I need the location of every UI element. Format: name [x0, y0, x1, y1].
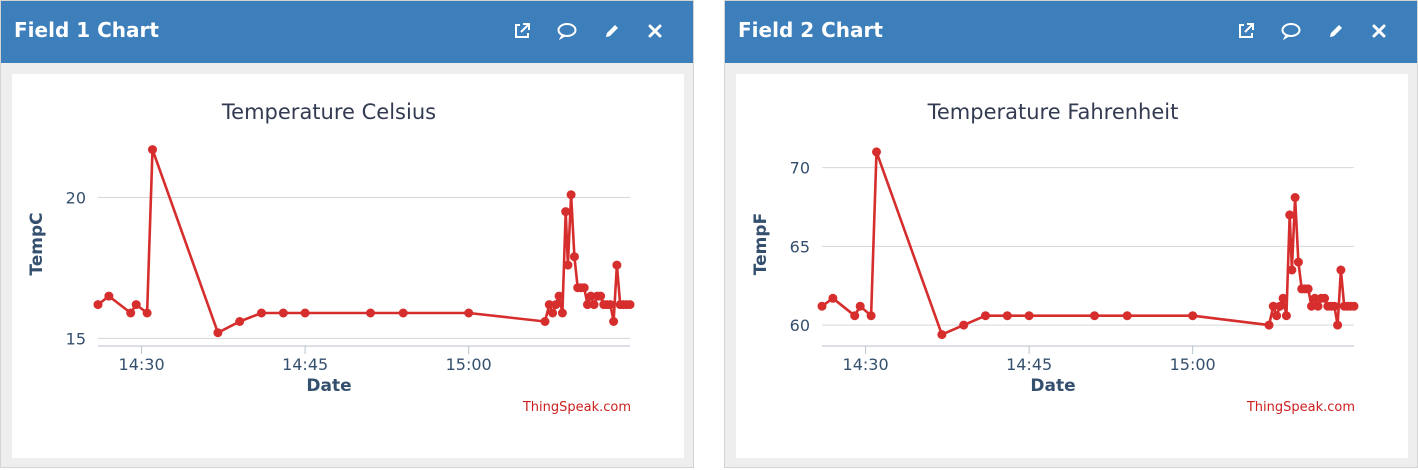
data-point[interactable] [828, 293, 838, 303]
close-icon[interactable] [1366, 18, 1392, 44]
external-link-icon[interactable] [509, 18, 535, 44]
data-point[interactable] [1002, 311, 1012, 321]
data-point[interactable] [561, 207, 571, 217]
data-point[interactable] [1349, 301, 1359, 311]
data-point[interactable] [131, 300, 141, 310]
data-point[interactable] [872, 147, 881, 157]
x-tick-label: 14:45 [282, 355, 328, 374]
data-point[interactable] [366, 308, 375, 318]
data-point[interactable] [1329, 301, 1339, 311]
data-point[interactable] [1122, 311, 1132, 321]
data-point[interactable] [569, 252, 579, 262]
chart-title: Temperature Celsius [221, 100, 436, 124]
data-point[interactable] [1090, 311, 1099, 321]
data-point[interactable] [1320, 293, 1330, 303]
data-point[interactable] [1336, 265, 1346, 275]
data-point[interactable] [551, 300, 561, 310]
y-tick-label: 60 [790, 316, 810, 335]
data-point[interactable] [93, 300, 103, 310]
x-tick-label: 14:30 [843, 355, 889, 374]
panel-title: Field 1 Chart [14, 18, 159, 42]
data-point[interactable] [1293, 257, 1303, 267]
data-point[interactable] [464, 308, 474, 318]
comment-icon[interactable] [1278, 18, 1304, 44]
data-point[interactable] [1188, 311, 1198, 321]
data-point[interactable] [937, 330, 947, 340]
field-2-chart-panel: Field 2 Chart Temperature Fahrenheit 60 65… [724, 0, 1418, 468]
y-tick-label: 15 [66, 329, 86, 348]
data-point[interactable] [278, 308, 288, 318]
data-point[interactable] [1303, 284, 1313, 294]
data-point[interactable] [566, 190, 576, 200]
data-point[interactable] [104, 291, 114, 301]
pencil-icon[interactable] [1323, 18, 1349, 44]
data-point[interactable] [1275, 301, 1285, 311]
data-point[interactable] [257, 308, 266, 318]
panel-header: Field 1 Chart [1, 1, 693, 63]
data-point[interactable] [398, 308, 408, 318]
data-point[interactable] [1285, 210, 1295, 220]
external-link-icon[interactable] [1233, 18, 1259, 44]
data-point[interactable] [596, 291, 606, 301]
temperature-fahrenheit-chart: Temperature Fahrenheit 60 65 70 14:30 14:45 15… [751, 100, 1359, 415]
x-tick-label: 14:30 [119, 355, 165, 374]
chart-area: Temperature Fahrenheit 60 65 70 14:30 14:45 15… [736, 74, 1408, 458]
data-point[interactable] [300, 308, 310, 318]
data-point[interactable] [557, 308, 567, 318]
data-point[interactable] [579, 283, 589, 293]
x-tick-label: 14:45 [1006, 355, 1052, 374]
data-point[interactable] [625, 300, 635, 310]
data-point[interactable] [548, 308, 558, 318]
data-point[interactable] [1264, 320, 1274, 330]
y-tick-label: 65 [790, 237, 810, 256]
data-point[interactable] [148, 145, 157, 155]
chart-title: Temperature Fahrenheit [927, 100, 1179, 124]
pencil-icon[interactable] [599, 18, 625, 44]
y-tick-label: 70 [790, 159, 810, 178]
data-point[interactable] [554, 291, 564, 301]
y-axis-label: TempC [27, 212, 47, 275]
data-point[interactable] [1272, 311, 1282, 321]
thingspeak-credit-link[interactable]: ThingSpeak.com [1246, 400, 1355, 415]
data-point[interactable] [540, 317, 550, 326]
comment-icon[interactable] [554, 18, 580, 44]
data-point[interactable] [235, 317, 245, 326]
x-axis-label: Date [1030, 376, 1075, 396]
data-point[interactable] [142, 308, 152, 318]
data-point[interactable] [589, 300, 599, 310]
panel-header: Field 2 Chart [725, 1, 1417, 63]
data-point[interactable] [855, 301, 865, 311]
data-point[interactable] [213, 328, 223, 338]
field-1-chart-panel: Field 1 Chart Temperature Celsius 15 20 14:… [0, 0, 694, 468]
data-point[interactable] [612, 260, 622, 270]
data-point[interactable] [1287, 265, 1297, 275]
temperature-celsius-chart: Temperature Celsius 15 20 14:30 14:45 15:00 Da… [27, 100, 635, 415]
x-tick-label: 15:00 [1170, 355, 1216, 374]
data-point[interactable] [981, 311, 990, 321]
data-point[interactable] [126, 308, 136, 318]
data-point[interactable] [1024, 311, 1034, 321]
data-point[interactable] [1313, 301, 1323, 311]
data-point[interactable] [563, 260, 573, 270]
data-point[interactable] [1290, 193, 1300, 202]
y-axis-label: TempF [751, 213, 771, 275]
chart-area: Temperature Celsius 15 20 14:30 14:45 15:00 Da… [12, 74, 684, 458]
data-point[interactable] [1278, 293, 1288, 303]
data-point[interactable] [1333, 320, 1343, 330]
close-icon[interactable] [642, 18, 668, 44]
data-point[interactable] [605, 300, 615, 310]
data-point[interactable] [609, 317, 619, 326]
data-point[interactable] [866, 311, 876, 321]
data-point[interactable] [817, 301, 827, 311]
thingspeak-credit-link[interactable]: ThingSpeak.com [522, 400, 631, 415]
data-point[interactable] [959, 320, 969, 330]
panel-title: Field 2 Chart [738, 18, 883, 42]
x-axis-label: Date [306, 376, 351, 396]
y-tick-label: 20 [66, 189, 86, 208]
data-point[interactable] [850, 311, 860, 321]
data-point[interactable] [1281, 311, 1291, 321]
x-tick-label: 15:00 [446, 355, 492, 374]
